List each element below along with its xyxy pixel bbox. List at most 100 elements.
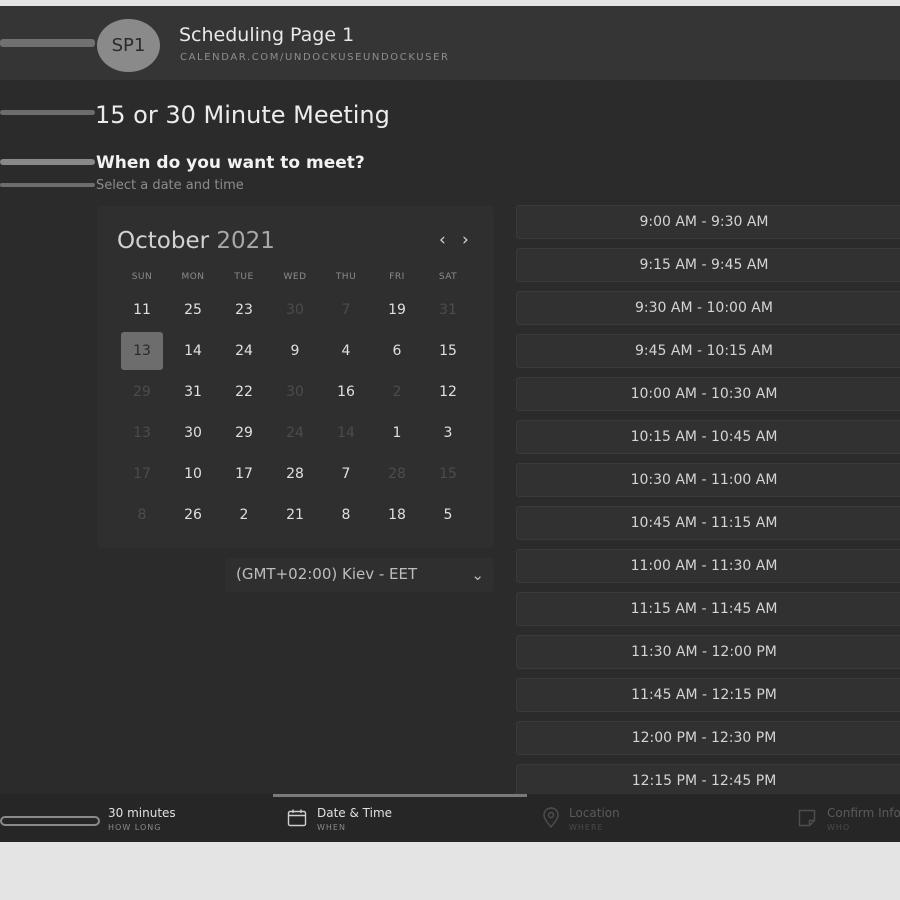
calendar-day: 13 — [133, 425, 151, 441]
time-slot-button[interactable]: 11:00 AM - 11:30 AM — [516, 549, 900, 583]
weekday-header: THU — [335, 272, 357, 282]
step-duration[interactable]: 30 minutes HOW LONG — [0, 794, 260, 842]
avatar: SP1 — [97, 19, 160, 72]
calendar-day: 28 — [388, 466, 406, 482]
time-slot-button[interactable]: 9:00 AM - 9:30 AM — [516, 205, 900, 239]
step-confirm-info[interactable]: Confirm Info WHO — [797, 794, 900, 842]
time-slot-button[interactable]: 9:15 AM - 9:45 AM — [516, 248, 900, 282]
page-header: SP1 Scheduling Page 1 CALENDAR.COM/UNDOC… — [0, 6, 900, 80]
page-url[interactable]: CALENDAR.COM/UNDOCKUSEUNDOCKUSER — [180, 52, 450, 63]
calendar-day[interactable]: 22 — [223, 373, 265, 411]
calendar-day[interactable]: 28 — [274, 455, 316, 493]
calendar-day[interactable]: 19 — [376, 291, 418, 329]
calendar-day[interactable]: 31 — [172, 373, 214, 411]
decorative-bar — [0, 110, 95, 115]
step-bar: 30 minutes HOW LONG Date & Time WHEN Loc… — [0, 794, 900, 842]
time-slot-button[interactable]: 12:15 PM - 12:45 PM — [516, 764, 900, 798]
calendar-day[interactable]: 8 — [325, 496, 367, 534]
year-label: 2021 — [216, 228, 275, 254]
meeting-subtitle: Select a date and time — [96, 178, 244, 193]
calendar-day: 8 — [137, 507, 147, 523]
time-slot-button[interactable]: 9:30 AM - 10:00 AM — [516, 291, 900, 325]
calendar-day[interactable]: 21 — [274, 496, 316, 534]
calendar-day: 30 — [286, 384, 304, 400]
calendar-day[interactable]: 15 — [427, 332, 469, 370]
calendar-day[interactable]: 12 — [427, 373, 469, 411]
weekday-header: SUN — [131, 272, 153, 282]
calendar-day[interactable]: 14 — [172, 332, 214, 370]
calendar-day[interactable]: 18 — [376, 496, 418, 534]
month-label: October — [117, 228, 210, 254]
date-picker: October 2021 ‹ › SUN MON TUE WED THU FRI SAT 11… — [97, 206, 494, 548]
meeting-question: When do you want to meet? — [96, 153, 365, 173]
time-slot-button[interactable]: 10:45 AM - 11:15 AM — [516, 506, 900, 540]
time-slot-button[interactable]: 12:00 PM - 12:30 PM — [516, 721, 900, 755]
calendar-day[interactable]: 10 — [172, 455, 214, 493]
time-slot-button[interactable]: 10:00 AM - 10:30 AM — [516, 377, 900, 411]
decorative-bar — [0, 816, 100, 826]
calendar-day[interactable]: 23 — [223, 291, 265, 329]
calendar-day: 17 — [133, 466, 151, 482]
calendar-day[interactable]: 5 — [427, 496, 469, 534]
calendar-day[interactable]: 24 — [223, 332, 265, 370]
time-slot-button[interactable]: 9:45 AM - 10:15 AM — [516, 334, 900, 368]
note-icon — [798, 809, 816, 827]
calendar-day[interactable]: 30 — [172, 414, 214, 452]
time-slot-button[interactable]: 11:30 AM - 12:00 PM — [516, 635, 900, 669]
calendar-day[interactable]: 2 — [223, 496, 265, 534]
calendar-day: 29 — [133, 384, 151, 400]
time-slot-button[interactable]: 11:45 AM - 12:15 PM — [516, 678, 900, 712]
weekday-header: TUE — [234, 272, 254, 282]
calendar-day[interactable]: 16 — [325, 373, 367, 411]
weekday-header: WED — [283, 272, 307, 282]
chevron-down-icon: ⌄ — [471, 566, 484, 584]
decorative-bar — [0, 159, 95, 165]
calendar-day[interactable]: 29 — [223, 414, 265, 452]
calendar-day: 2 — [392, 384, 402, 400]
calendar-day[interactable]: 25 — [172, 291, 214, 329]
weekday-header: SAT — [438, 272, 458, 282]
timezone-value: (GMT+02:00) Kiev - EET — [236, 565, 418, 583]
calendar-day[interactable]: 3 — [427, 414, 469, 452]
step-confirm-sub: WHO — [827, 823, 851, 832]
calendar-day: 24 — [286, 425, 304, 441]
step-location[interactable]: Location WHERE — [542, 794, 772, 842]
decorative-bar — [0, 39, 95, 47]
scheduling-window: SP1 Scheduling Page 1 CALENDAR.COM/UNDOC… — [0, 6, 900, 842]
calendar-day[interactable]: 26 — [172, 496, 214, 534]
page-title: Scheduling Page 1 — [179, 24, 355, 46]
step-duration-label: 30 minutes — [108, 806, 176, 820]
time-slot-button[interactable]: 10:30 AM - 11:00 AM — [516, 463, 900, 497]
step-location-sub: WHERE — [569, 823, 604, 832]
calendar-icon — [287, 809, 307, 827]
map-pin-icon — [543, 807, 559, 829]
month-year-label: October 2021 — [117, 228, 275, 254]
step-date-time-label: Date & Time — [317, 806, 393, 820]
calendar-day[interactable]: 11 — [121, 291, 163, 329]
calendar-day[interactable]: 17 — [223, 455, 265, 493]
step-duration-sub: HOW LONG — [108, 823, 162, 832]
calendar-day-selected[interactable]: 13 — [121, 332, 163, 370]
calendar-day: 14 — [337, 425, 355, 441]
prev-month-icon[interactable]: ‹ — [439, 230, 446, 250]
timezone-select[interactable]: (GMT+02:00) Kiev - EET ⌄ — [225, 558, 494, 592]
time-slot-button[interactable]: 10:15 AM - 10:45 AM — [516, 420, 900, 454]
calendar-day[interactable]: 7 — [325, 455, 367, 493]
step-date-time-sub: WHEN — [317, 823, 346, 832]
next-month-icon[interactable]: › — [462, 230, 469, 250]
meeting-title: 15 or 30 Minute Meeting — [95, 101, 390, 129]
calendar-day: 30 — [286, 302, 304, 318]
calendar-day: 7 — [341, 302, 351, 318]
calendar-day[interactable]: 6 — [376, 332, 418, 370]
calendar-day[interactable]: 9 — [274, 332, 316, 370]
time-slot-button[interactable]: 11:15 AM - 11:45 AM — [516, 592, 900, 626]
calendar-day: 15 — [439, 466, 457, 482]
weekday-header: FRI — [389, 272, 405, 282]
calendar-day: 31 — [439, 302, 457, 318]
decorative-bar — [0, 183, 95, 187]
calendar-day[interactable]: 1 — [376, 414, 418, 452]
step-date-time[interactable]: Date & Time WHEN — [287, 794, 517, 842]
calendar-day[interactable]: 4 — [325, 332, 367, 370]
step-location-label: Location — [569, 806, 620, 820]
weekday-header: MON — [181, 272, 205, 282]
